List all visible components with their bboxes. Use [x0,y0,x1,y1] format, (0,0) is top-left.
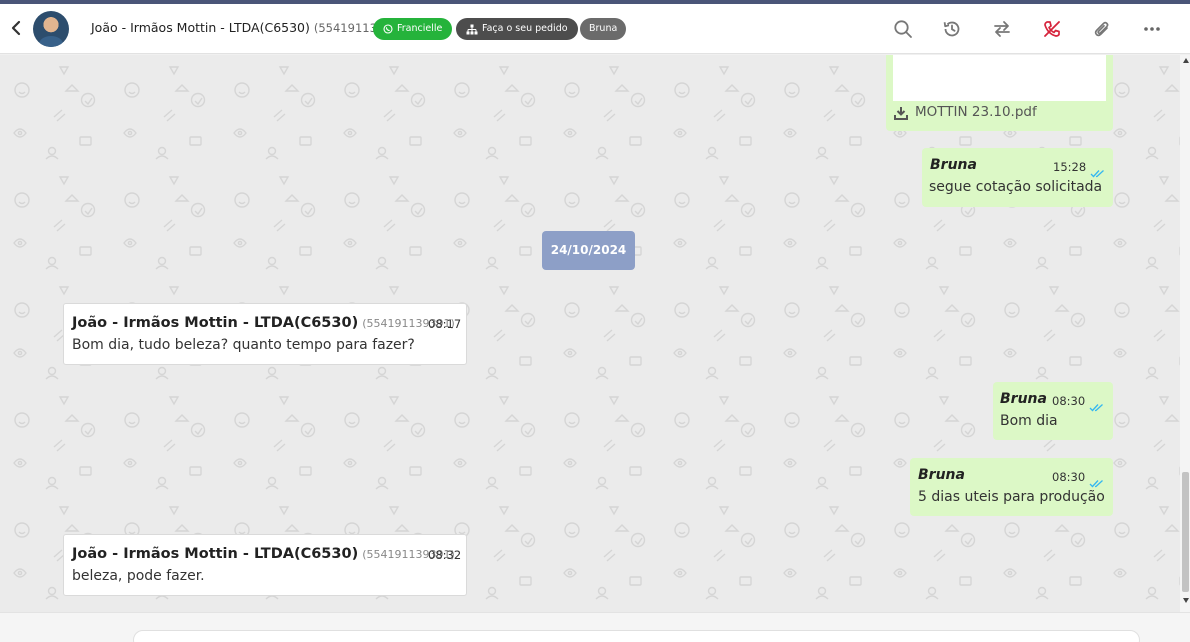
search-icon[interactable] [892,18,914,40]
message-sender: João - Irmãos Mottin - LTDA(C6530) [72,315,359,331]
pdf-preview[interactable] [893,55,1106,101]
message-text: segue cotação solicitada [929,179,1103,195]
composer-bar [0,612,1190,642]
message-time: 08:30 [1052,470,1086,484]
date-separator: 24/10/2024 [542,231,635,270]
agent-badge-francielle[interactable]: Francielle [373,18,453,40]
contact-avatar[interactable] [33,11,69,47]
message-text: 5 dias uteis para produção [918,489,1105,505]
end-call-icon[interactable] [1041,18,1063,40]
download-icon[interactable] [894,105,908,124]
scroll-down-arrow-icon[interactable] [1183,598,1189,603]
outgoing-message: Bruna 08:30 5 dias uteis para produção [910,458,1113,516]
more-icon[interactable] [1141,18,1163,40]
sitemap-icon [466,24,478,35]
read-ticks-icon [1090,163,1106,178]
message-time: 08:32 [428,548,462,562]
message-list[interactable]: MOTTIN 23.10.pdf Bruna 15:28 segue cotaç… [0,55,1180,612]
badge-label: Bruna [589,23,618,34]
contact-title[interactable]: João - Irmãos Mottin - LTDA(C6530) (5541… [91,20,411,35]
message-text: Bom dia, tudo beleza? quanto tempo para … [72,337,415,353]
read-ticks-icon [1089,397,1105,412]
badge-label: Faça o seu pedido [482,23,568,34]
attachment-message[interactable]: MOTTIN 23.10.pdf [886,55,1113,131]
message-text: Bom dia [1000,413,1058,429]
message-time: 08:30 [1052,394,1086,408]
attach-icon[interactable] [1091,18,1113,40]
message-text: beleza, pode fazer. [72,568,205,584]
badge-label: Francielle [397,23,443,34]
message-time: 08:17 [428,317,462,331]
message-sender: Bruna [930,157,977,173]
message-sender: Bruna [918,467,965,483]
message-input[interactable] [133,630,1140,642]
back-chevron-icon[interactable] [8,19,24,37]
department-badge[interactable]: Faça o seu pedido [456,18,578,40]
scrollbar-thumb[interactable] [1182,472,1189,592]
chat-header: João - Irmãos Mottin - LTDA(C6530) (5541… [0,4,1190,54]
scroll-up-arrow-icon[interactable] [1183,58,1189,63]
whatsapp-icon [383,24,393,34]
message-sender-line: João - Irmãos Mottin - LTDA(C6530) (55419… [72,546,455,562]
agent-badge-bruna[interactable]: Bruna [580,18,627,40]
incoming-message: João - Irmãos Mottin - LTDA(C6530) (55419… [63,303,467,365]
message-sender: Bruna [1000,391,1047,407]
outgoing-message: Bruna 15:28 segue cotação solicitada [922,148,1113,207]
message-sender: João - Irmãos Mottin - LTDA(C6530) [72,546,359,562]
message-sender-line: João - Irmãos Mottin - LTDA(C6530) (55419… [72,315,455,331]
attachment-filename[interactable]: MOTTIN 23.10.pdf [915,104,1037,120]
transfer-icon[interactable] [991,18,1013,40]
incoming-message: João - Irmãos Mottin - LTDA(C6530) (55419… [63,534,467,596]
message-time: 15:28 [1053,160,1087,174]
read-ticks-icon [1089,473,1105,488]
outgoing-message: Bruna 08:30 Bom dia [993,382,1113,440]
contact-name: João - Irmãos Mottin - LTDA(C6530) [91,20,310,35]
history-icon[interactable] [941,18,963,40]
